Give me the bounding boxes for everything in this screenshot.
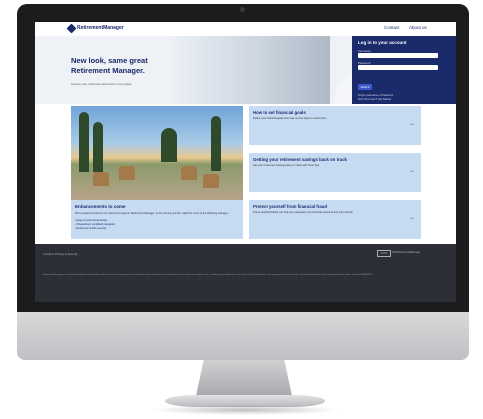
footer-fine-print: Retirement Manager is a web-based platfo…	[43, 274, 374, 276]
tree	[93, 122, 103, 172]
card-financial-goals[interactable]: How to set financial goals Define your f…	[249, 106, 421, 145]
arrow-right-icon: →	[409, 215, 415, 221]
password-field[interactable]	[358, 65, 438, 70]
monitor-stand-neck	[196, 360, 292, 396]
card-title: Getting your retirement savings back on …	[253, 157, 347, 162]
tree	[211, 116, 221, 171]
card-savings-track[interactable]: Getting your retirement savings back on …	[249, 153, 421, 192]
card-title: How to set financial goals	[253, 110, 306, 115]
feature-card: Enhancements to come We're pleased to la…	[71, 106, 243, 239]
card-financial-fraud[interactable]: Protect yourself from financial fraud Th…	[249, 200, 421, 239]
logo-icon	[66, 23, 77, 34]
arrow-right-icon: →	[409, 168, 415, 174]
top-navigation: RetirementManager Contact About us	[35, 22, 456, 36]
stand-shadow	[150, 405, 340, 415]
get-started-link[interactable]: First Time User? Get Started	[358, 98, 391, 101]
tree	[79, 112, 89, 172]
nav-link-contact[interactable]: Contact	[384, 25, 400, 30]
adirondack-chair	[203, 174, 219, 188]
card-title: Protect yourself from financial fraud	[253, 204, 328, 209]
login-title: Log in to your account	[358, 40, 407, 45]
login-panel: Log in to your account Username Password…	[352, 36, 456, 104]
footer-badge: AICPA	[377, 250, 391, 257]
adirondack-chair	[119, 166, 135, 180]
monitor-chin	[17, 312, 469, 360]
camera-dot	[240, 7, 245, 12]
forgot-link[interactable]: Forgot username or Password	[358, 94, 393, 97]
feature-description: We're pleased to launch our new home pag…	[75, 212, 229, 215]
submit-button[interactable]: Submit	[358, 84, 372, 90]
brand-logo[interactable]: RetirementManager	[77, 25, 124, 31]
arrow-right-icon: →	[409, 121, 415, 127]
adirondack-chair	[181, 166, 197, 180]
tree	[161, 128, 177, 162]
footer-links[interactable]: Contact | Privacy & Security	[43, 252, 78, 256]
footer-brand: ASCRetirementManager	[392, 251, 421, 254]
feature-list: • Easy-to-read visual design • Streamlin…	[75, 219, 115, 230]
footer: Contact | Privacy & Security AICPA ASCRe…	[35, 244, 456, 302]
hero-subtitle: Access your retirement accounts in one p…	[71, 82, 132, 86]
nav-link-about[interactable]: About us	[409, 25, 427, 30]
card-description: These practical habits can help you safe…	[253, 211, 354, 214]
hero-photo	[170, 36, 456, 104]
adirondack-chair	[93, 172, 109, 186]
lakeside-chairs-image	[71, 106, 243, 200]
list-item: • Enhanced mobile security	[75, 226, 107, 230]
card-description: Get your retirement savings plans on tra…	[253, 164, 320, 167]
username-field[interactable]	[358, 53, 438, 58]
card-description: Define your financial goals and map out …	[253, 117, 328, 120]
browser-screen: RetirementManager Contact About us New l…	[35, 22, 456, 302]
hero-title: New look, same great Retirement Manager.	[71, 56, 148, 75]
feature-title: Enhancements to come	[75, 204, 126, 209]
